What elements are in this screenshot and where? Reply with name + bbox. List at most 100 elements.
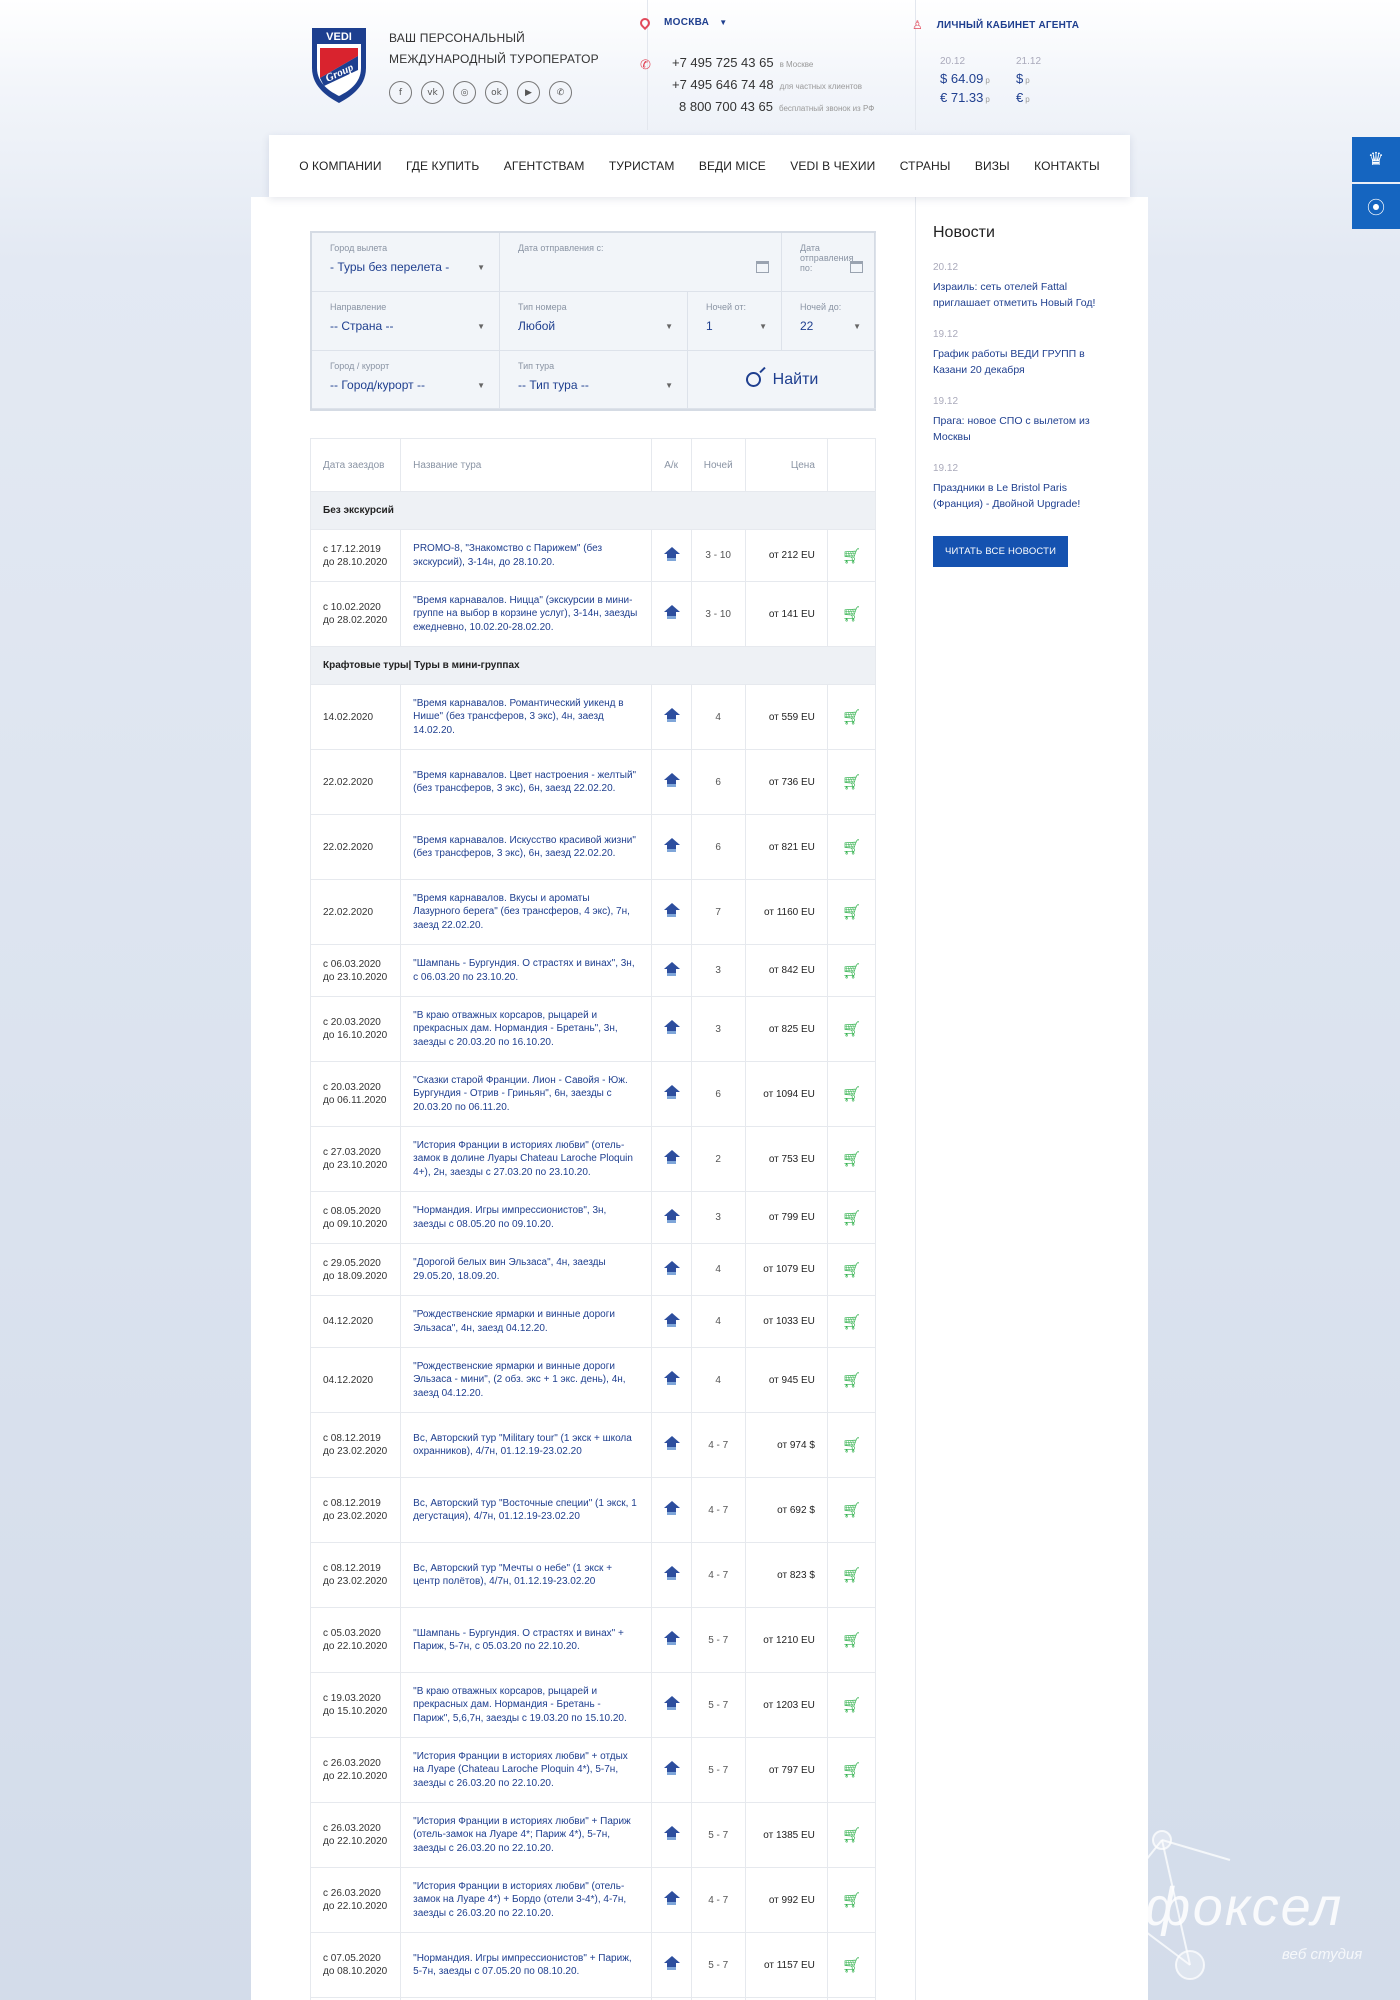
nights-from-select[interactable]: Ночей от: 1 ▼ — [688, 292, 782, 351]
hotel-icon[interactable] — [663, 1208, 680, 1224]
tour-name-link[interactable]: "В краю отважных корсаров, рыцарей и пре… — [400, 1672, 652, 1738]
cart-icon[interactable]: 🛒︎ — [842, 838, 861, 856]
phone-number[interactable]: 8 800 700 43 65 — [679, 99, 773, 114]
facebook-icon[interactable]: f — [389, 81, 412, 104]
news-link[interactable]: График работы ВЕДИ ГРУПП в Казани 20 дек… — [933, 346, 1103, 378]
city-selector[interactable]: МОСКВА ▼ — [637, 15, 727, 30]
cart-icon[interactable]: 🛒︎ — [842, 903, 861, 921]
hotel-icon[interactable] — [663, 961, 680, 977]
cart-icon[interactable]: 🛒︎ — [842, 1761, 861, 1779]
resort-select[interactable]: Город / курорт -- Город/курорт -- ▼ — [312, 351, 500, 409]
cart-icon[interactable]: 🛒︎ — [842, 1371, 861, 1389]
hotel-icon[interactable] — [663, 1150, 680, 1165]
tour-name-link[interactable]: "Нормандия. Игры импрессионистов" + Пари… — [400, 1932, 652, 1998]
tour-name-link[interactable]: "Дорогой белых вин Эльзаса", 4н, заезды … — [400, 1243, 652, 1296]
hotel-icon[interactable] — [663, 1501, 680, 1516]
hotel-icon[interactable] — [663, 1891, 680, 1906]
cart-icon[interactable]: 🛒︎ — [842, 605, 861, 623]
nav-where-to-buy[interactable]: ГДЕ КУПИТЬ — [406, 159, 479, 173]
cart-icon[interactable]: 🛒︎ — [842, 1566, 861, 1584]
cart-icon[interactable]: 🛒︎ — [842, 1436, 861, 1454]
cart-icon[interactable]: 🛒︎ — [842, 1313, 861, 1331]
agent-login-link[interactable]: ♙ ЛИЧНЫЙ КАБИНЕТ АГЕНТА — [912, 18, 1079, 32]
tour-name-link[interactable]: PROMO-8, "Знакомство с Парижем" (без экс… — [400, 529, 652, 582]
calendar-icon[interactable] — [756, 261, 769, 273]
calendar-icon[interactable] — [850, 261, 863, 273]
tour-name-link[interactable]: "Шампань - Бургундия. О страстях и винах… — [400, 944, 652, 997]
cart-icon[interactable]: 🛒︎ — [842, 1826, 861, 1844]
hotel-icon[interactable] — [663, 708, 680, 723]
nav-contacts[interactable]: КОНТАКТЫ — [1034, 159, 1100, 173]
tour-name-link[interactable]: Вс, Авторский тур "Мечты о небе" (1 экск… — [400, 1542, 652, 1608]
tour-name-link[interactable]: "История Франции в историях любви" (отел… — [400, 1867, 652, 1933]
hotel-icon[interactable] — [663, 1826, 680, 1841]
cart-icon[interactable]: 🛒︎ — [842, 1501, 861, 1519]
all-news-button[interactable]: ЧИТАТЬ ВСЕ НОВОСТИ — [933, 536, 1069, 567]
room-type-select[interactable]: Тип номера Любой ▼ — [500, 292, 688, 351]
phone-number[interactable]: +7 495 646 74 48 — [672, 77, 774, 92]
hotel-icon[interactable] — [663, 903, 680, 918]
hotel-icon[interactable] — [663, 1436, 680, 1451]
cart-icon[interactable]: 🛒︎ — [842, 1631, 861, 1649]
tour-name-link[interactable]: "История Франции в историях любви" + отд… — [400, 1737, 652, 1803]
tour-name-link[interactable]: "Шампань - Бургундия. О страстях и винах… — [400, 1607, 652, 1673]
nav-tourists[interactable]: ТУРИСТАМ — [609, 159, 675, 173]
tour-name-link[interactable]: "Время карнавалов. Искусство красивой жи… — [400, 814, 652, 880]
hotel-icon[interactable] — [663, 838, 680, 853]
hotel-icon[interactable] — [663, 1085, 680, 1100]
tour-name-link[interactable]: Вс, Авторский тур "Military tour" (1 экс… — [400, 1412, 652, 1478]
date-from-field[interactable]: Дата отправления с: — [500, 233, 782, 292]
hotel-icon[interactable] — [663, 1312, 680, 1328]
cart-icon[interactable]: 🛒︎ — [842, 547, 861, 565]
nav-czech[interactable]: VEDI В ЧЕХИИ — [790, 159, 875, 173]
find-button[interactable]: Найти — [688, 351, 876, 409]
tour-type-select[interactable]: Тип тура -- Тип тура -- ▼ — [500, 351, 688, 409]
news-link[interactable]: Прага: новое СПО с вылетом из Москвы — [933, 413, 1103, 445]
tour-name-link[interactable]: Вс, Авторский тур "Восточные специи" (1 … — [400, 1477, 652, 1543]
hotel-icon[interactable] — [663, 1631, 680, 1646]
hotel-icon[interactable] — [663, 1260, 680, 1276]
instagram-icon[interactable]: ◎ — [453, 81, 476, 104]
direction-select[interactable]: Направление -- Страна -- ▼ — [312, 292, 500, 351]
news-link[interactable]: Израиль: сеть отелей Fattal приглашает о… — [933, 279, 1103, 311]
tour-name-link[interactable]: "История Франции в историях любви" + Пар… — [400, 1802, 652, 1868]
nav-agencies[interactable]: АГЕНТСТВАМ — [504, 159, 585, 173]
tour-name-link[interactable]: "Рождественские ярмарки и винные дороги … — [400, 1295, 652, 1348]
date-to-field[interactable]: Дата отправления по: — [782, 233, 876, 292]
vedi-logo[interactable]: VEDI Group — [310, 26, 368, 104]
odnoklassniki-icon[interactable]: ok — [485, 81, 508, 104]
cart-icon[interactable]: 🛒︎ — [842, 1150, 861, 1168]
tour-name-link[interactable]: "В краю отважных корсаров, рыцарей и пре… — [400, 996, 652, 1062]
nav-mice[interactable]: ВЕДИ MICE — [699, 159, 766, 173]
tour-name-link[interactable]: "Нормандия. Игры импрессионистов", 3н, з… — [400, 1191, 652, 1244]
cart-icon[interactable]: 🛒︎ — [842, 1956, 861, 1974]
tour-name-link[interactable]: "Время карнавалов. Вкусы и ароматы Лазур… — [400, 879, 652, 945]
cart-icon[interactable]: 🛒︎ — [842, 1209, 861, 1227]
cart-icon[interactable]: 🛒︎ — [842, 962, 861, 980]
whatsapp-icon[interactable]: ✆ — [549, 81, 572, 104]
nav-about[interactable]: О КОМПАНИИ — [299, 159, 381, 173]
departure-select[interactable]: Город вылета - Туры без перелета - ▼ — [312, 233, 500, 292]
news-link[interactable]: Праздники в Le Bristol Paris (Франция) -… — [933, 480, 1103, 512]
nights-to-select[interactable]: Ночей до: 22 ▼ — [782, 292, 876, 351]
hotel-icon[interactable] — [663, 1371, 680, 1386]
tour-name-link[interactable]: "Время карнавалов. Ницца" (экскурсии в м… — [400, 581, 652, 647]
cart-icon[interactable]: 🛒︎ — [842, 1261, 861, 1279]
cart-icon[interactable]: 🛒︎ — [842, 1085, 861, 1103]
nav-visas[interactable]: ВИЗЫ — [975, 159, 1010, 173]
cart-icon[interactable]: 🛒︎ — [842, 708, 861, 726]
tour-name-link[interactable]: "Время карнавалов. Романтический уикенд … — [400, 684, 652, 750]
hotel-icon[interactable] — [663, 1956, 680, 1971]
hotel-icon[interactable] — [663, 546, 680, 562]
cart-icon[interactable]: 🛒︎ — [842, 773, 861, 791]
vk-icon[interactable]: vk — [421, 81, 444, 104]
award-icon[interactable]: ♛ — [1352, 137, 1400, 182]
hotel-icon[interactable] — [663, 773, 680, 788]
hotel-icon[interactable] — [663, 1761, 680, 1776]
tour-name-link[interactable]: "Рождественские ярмарки и винные дороги … — [400, 1347, 652, 1413]
hotel-icon[interactable] — [663, 1020, 680, 1035]
tour-name-link[interactable]: "Сказки старой Франции. Лион - Савойя - … — [400, 1061, 652, 1127]
cart-icon[interactable]: 🛒︎ — [842, 1696, 861, 1714]
nav-countries[interactable]: СТРАНЫ — [900, 159, 951, 173]
rss-icon[interactable]: ⦿ — [1352, 184, 1400, 229]
